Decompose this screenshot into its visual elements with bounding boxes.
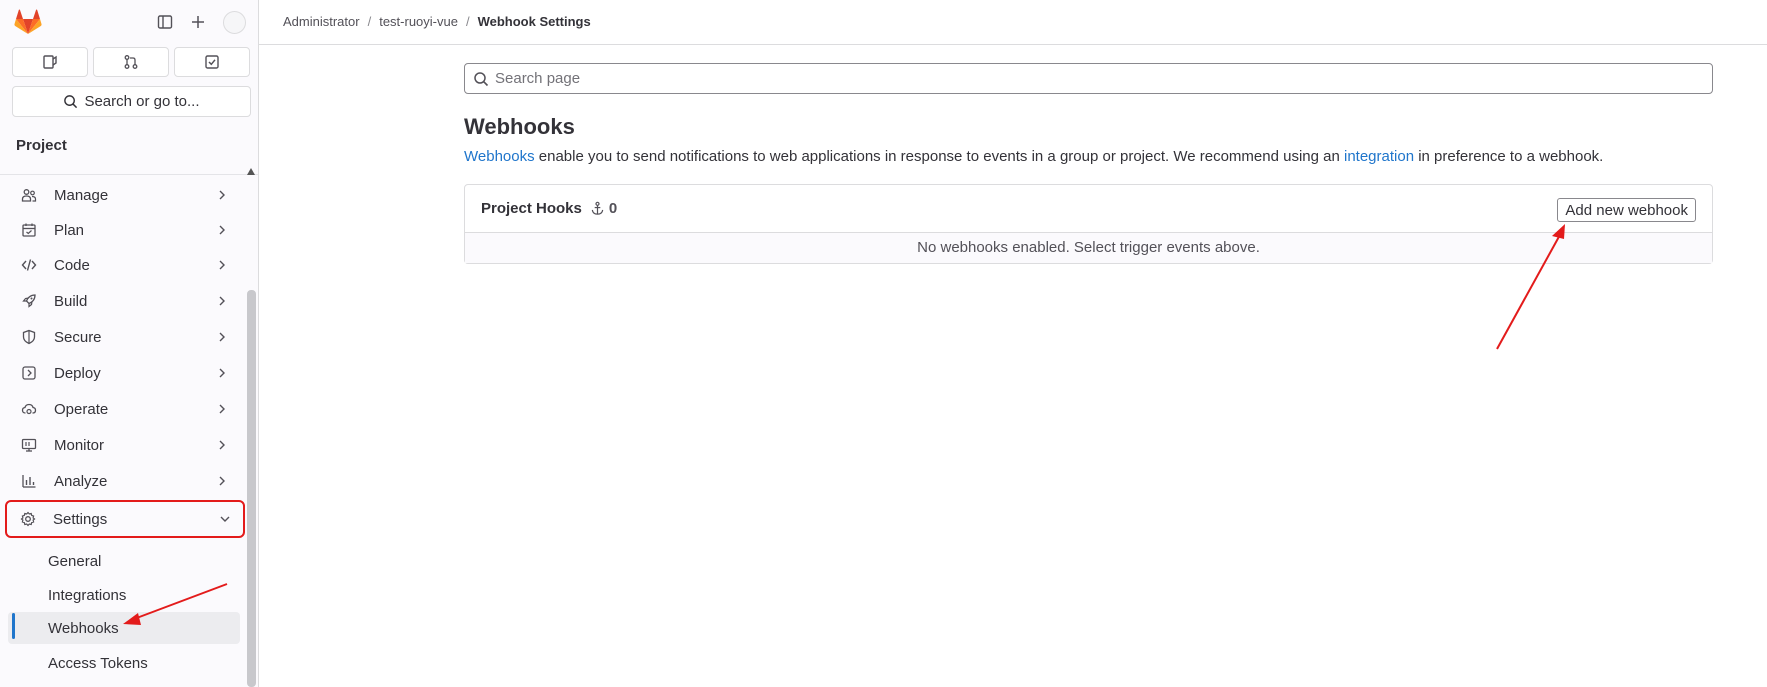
search-icon <box>474 71 489 86</box>
search-icon <box>64 95 78 109</box>
breadcrumb-separator: / <box>367 14 372 29</box>
page-title: Webhooks <box>464 114 575 139</box>
sidebar-item-label: Settings <box>53 510 108 528</box>
description-text: enable you to send notifications to web … <box>534 148 1344 165</box>
sidebar-item-deploy[interactable]: Deploy <box>8 356 240 390</box>
sidebar-item-label: Monitor <box>54 436 105 454</box>
avatar[interactable] <box>223 11 246 34</box>
sidebar-scrollbar[interactable] <box>247 290 256 687</box>
breadcrumb-item-administrator[interactable]: Administrator <box>283 14 360 29</box>
cloud-icon <box>20 400 38 418</box>
sidebar-subitem-general[interactable]: General <box>8 545 240 577</box>
chevron-down-icon <box>219 512 231 529</box>
sidebar-item-plan[interactable]: Plan <box>8 213 240 247</box>
sidebar-item-label: Manage <box>54 186 109 204</box>
sidebar-item-label: Plan <box>54 221 85 239</box>
todo-icon <box>205 55 219 69</box>
sidebar-item-operate[interactable]: Operate <box>8 392 240 426</box>
chart-icon <box>20 472 38 490</box>
plus-icon[interactable] <box>186 10 210 34</box>
users-icon <box>20 186 38 204</box>
sidebar-item-build[interactable]: Build <box>8 284 240 318</box>
chevron-right-icon <box>216 188 228 205</box>
search-or-go-to-label: Search or go to... <box>84 93 200 110</box>
sidebar-item-analyze[interactable]: Analyze <box>8 464 240 498</box>
deployments-icon <box>20 364 38 382</box>
issues-button[interactable] <box>12 47 88 77</box>
rocket-icon <box>20 292 38 310</box>
search-or-go-to-button[interactable]: Search or go to... <box>12 86 251 117</box>
project-hooks-header: Project Hooks 0 Add new webhook <box>465 185 1712 233</box>
breadcrumb: Administrator / test-ruoyi-vue / Webhook… <box>283 14 591 29</box>
webhooks-docs-link[interactable]: Webhooks <box>464 148 535 165</box>
sidebar-item-secure[interactable]: Secure <box>8 320 240 354</box>
sidebar-item-label: Build <box>54 292 88 310</box>
monitor-icon <box>20 436 38 454</box>
sidebar-item-settings[interactable]: Settings <box>5 500 245 538</box>
integration-link[interactable]: integration <box>1344 148 1414 165</box>
calendar-icon <box>20 221 38 239</box>
search-page-input[interactable]: Search page <box>464 63 1713 94</box>
gear-icon <box>19 510 37 528</box>
chevron-right-icon <box>216 438 228 455</box>
sidebar-subitem-integrations[interactable]: Integrations <box>8 579 240 611</box>
sidebar-toggle-icon[interactable] <box>153 10 177 34</box>
sidebar: Search or go to... Project Manage Plan C… <box>0 0 259 687</box>
anchor-icon <box>591 201 604 215</box>
issues-icon <box>43 55 57 69</box>
sidebar-item-manage[interactable]: Manage <box>8 178 240 212</box>
project-hooks-title: Project Hooks <box>481 200 582 217</box>
sidebar-item-monitor[interactable]: Monitor <box>8 428 240 462</box>
active-indicator <box>12 613 15 639</box>
empty-state-message: No webhooks enabled. Select trigger even… <box>465 233 1712 263</box>
chevron-right-icon <box>216 258 228 275</box>
chevron-right-icon <box>216 366 228 383</box>
description-text-end: in preference to a webhook. <box>1414 148 1604 165</box>
sidebar-item-label: Analyze <box>54 472 108 490</box>
code-icon <box>20 256 38 274</box>
breadcrumb-item-current[interactable]: Webhook Settings <box>478 14 591 29</box>
sidebar-item-label: Deploy <box>54 364 101 382</box>
sidebar-item-label: Code <box>54 256 90 274</box>
todo-button[interactable] <box>174 47 250 77</box>
hooks-count: 0 <box>608 200 618 217</box>
gitlab-logo[interactable] <box>14 9 42 35</box>
sidebar-item-label: Secure <box>54 328 102 346</box>
sidebar-subitem-webhooks[interactable]: Webhooks <box>8 612 240 644</box>
breadcrumb-item-project[interactable]: test-ruoyi-vue <box>379 14 458 29</box>
project-hooks-card: Project Hooks 0 Add new webhook No webho… <box>464 184 1713 264</box>
shield-icon <box>20 328 38 346</box>
sidebar-section-title: Project <box>0 128 258 175</box>
chevron-right-icon <box>216 294 228 311</box>
page-description: Webhooks enable you to send notification… <box>464 148 1603 165</box>
chevron-right-icon <box>216 402 228 419</box>
chevron-right-icon <box>216 330 228 347</box>
sidebar-item-code[interactable]: Code <box>8 248 240 282</box>
merge-requests-button[interactable] <box>93 47 169 77</box>
top-bar: Administrator / test-ruoyi-vue / Webhook… <box>259 0 1767 45</box>
breadcrumb-separator: / <box>465 14 470 29</box>
hooks-count-badge: 0 <box>590 200 617 217</box>
merge-request-icon <box>124 55 138 69</box>
scroll-up-arrow[interactable] <box>247 168 255 175</box>
sidebar-item-label: Operate <box>54 400 109 418</box>
annotation-arrows <box>123 224 1565 625</box>
chevron-right-icon <box>216 223 228 240</box>
sidebar-subitem-access-tokens[interactable]: Access Tokens <box>8 647 240 679</box>
chevron-right-icon <box>216 474 228 491</box>
add-new-webhook-button[interactable]: Add new webhook <box>1557 198 1696 222</box>
search-page-placeholder: Search page <box>495 70 581 87</box>
